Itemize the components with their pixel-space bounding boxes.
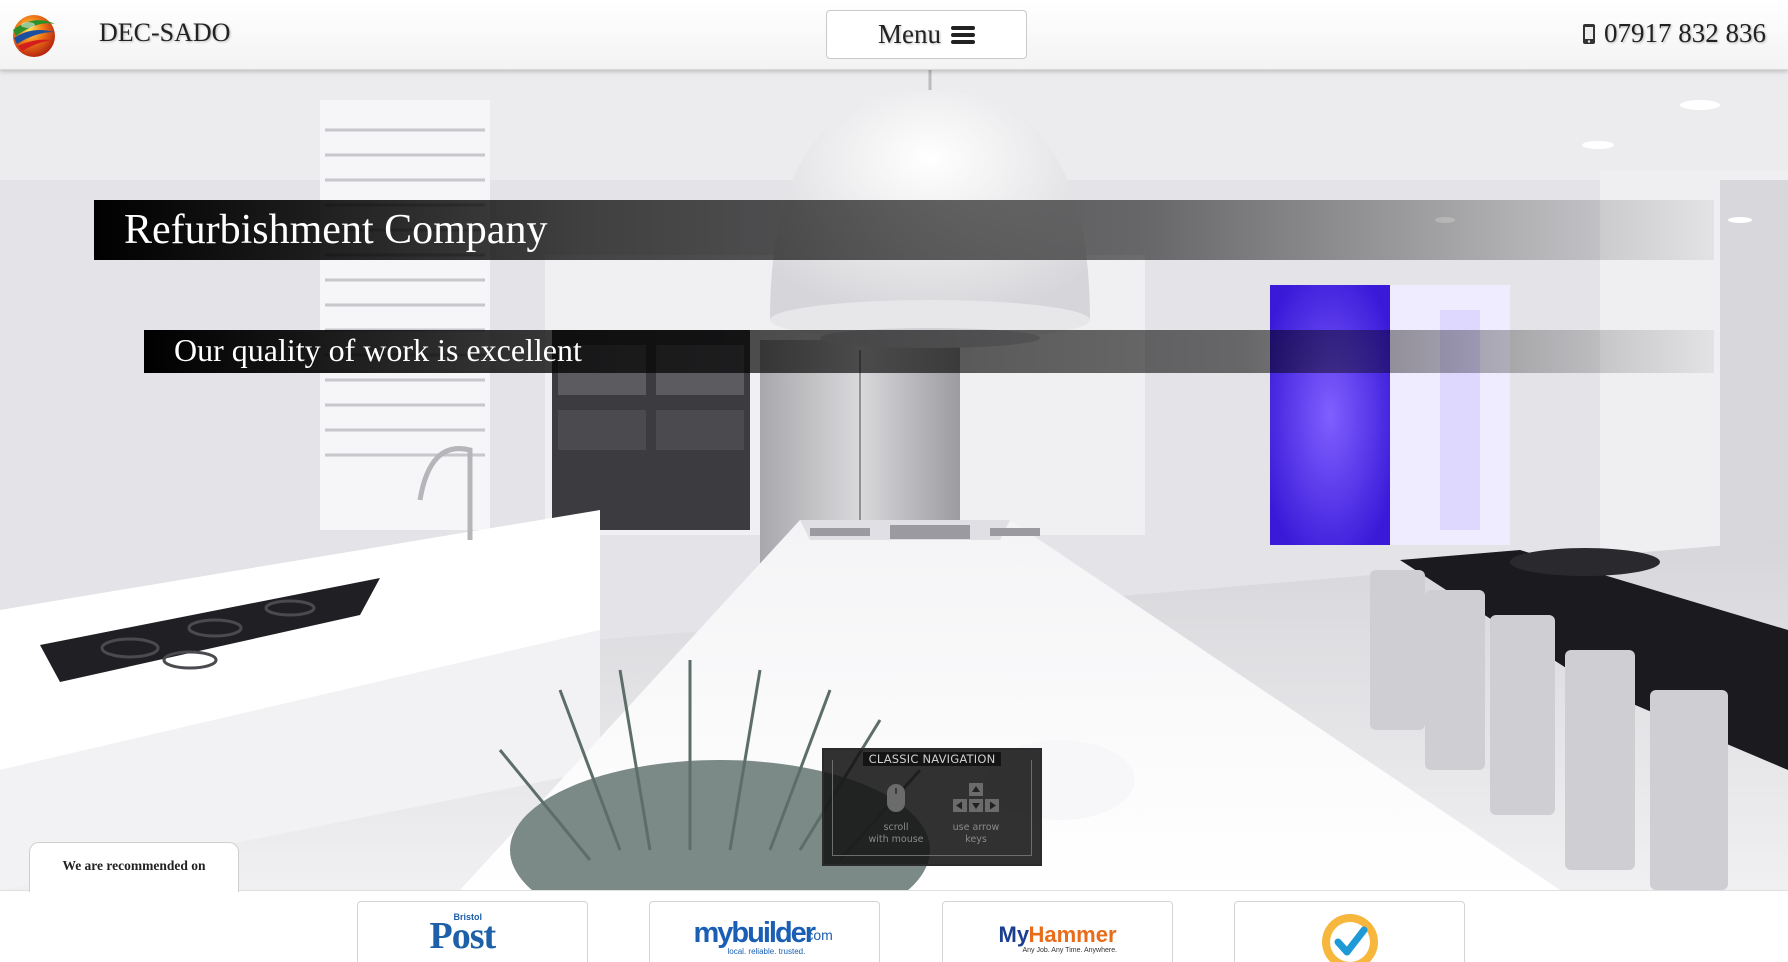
arrow-keys-hint-line1: use arrow [952,822,1000,833]
scroll-hint: scroll with mouse [856,782,936,846]
scroll-hint-line1: scroll [883,822,909,833]
partner-myhammer[interactable]: My Hammer Any Job. Any Time. Anywhere. [942,901,1173,962]
myhammer-prefix-text: My [998,922,1030,947]
hero-slider: Refurbishment Company Our quality of wor… [0,70,1788,890]
myhammer-tagline: Any Job. Any Time. Anywhere. [1022,947,1118,954]
partner-logos-strip: Bristol Post mybuilder .com local. relia… [0,890,1788,962]
bristol-post-logo: Bristol Post [428,912,518,956]
hero-subtitle-caption: Our quality of work is excellent [144,330,1714,373]
phone-link[interactable]: 07917 832 836 [1582,18,1766,49]
menu-button[interactable]: Menu [826,10,1027,59]
mouse-icon [887,784,905,812]
site-header: DEC-SADO Menu 07917 832 836 [0,0,1788,70]
partner-bristol-post[interactable]: Bristol Post [357,901,588,962]
arrow-keys-hint: use arrow keys [936,782,1016,846]
mybuilder-tagline: local. reliable. trusted. [727,947,806,956]
mobile-phone-icon [1583,23,1595,44]
classic-navigation-hint: CLASSIC NAVIGATION scroll with mouse use… [822,748,1042,866]
arrow-keys-hint-line2: keys [965,834,987,845]
recommended-on-label: We are recommended on [62,858,206,873]
menu-label: Menu [878,19,941,49]
partner-trust-a-trader[interactable] [1234,901,1465,962]
hero-title: Refurbishment Company [124,207,548,253]
mybuilder-logo: mybuilder .com local. reliable. trusted. [690,912,840,956]
hamburger-icon [951,25,975,44]
classic-nav-title: CLASSIC NAVIGATION [824,752,1040,766]
scroll-hint-line2: with mouse [868,834,924,845]
bristol-post-big-text: Post [429,915,497,957]
brand-logo-icon[interactable] [8,10,60,58]
myhammer-main-text: Hammer [1028,922,1117,947]
hero-title-caption: Refurbishment Company [94,200,1714,260]
mybuilder-main-text: mybuilder [693,917,817,949]
partner-mybuilder[interactable]: mybuilder .com local. reliable. trusted. [649,901,880,962]
checkmark-badge-icon [1321,914,1378,962]
hero-subtitle: Our quality of work is excellent [174,332,582,368]
recommended-on-tab[interactable]: We are recommended on [29,842,239,892]
mybuilder-suffix-text: .com [802,927,833,943]
arrow-keys-icon [953,783,999,812]
phone-number: 07917 832 836 [1604,18,1766,48]
myhammer-logo: My Hammer Any Job. Any Time. Anywhere. [993,912,1123,956]
brand-name[interactable]: DEC-SADO [99,18,230,48]
